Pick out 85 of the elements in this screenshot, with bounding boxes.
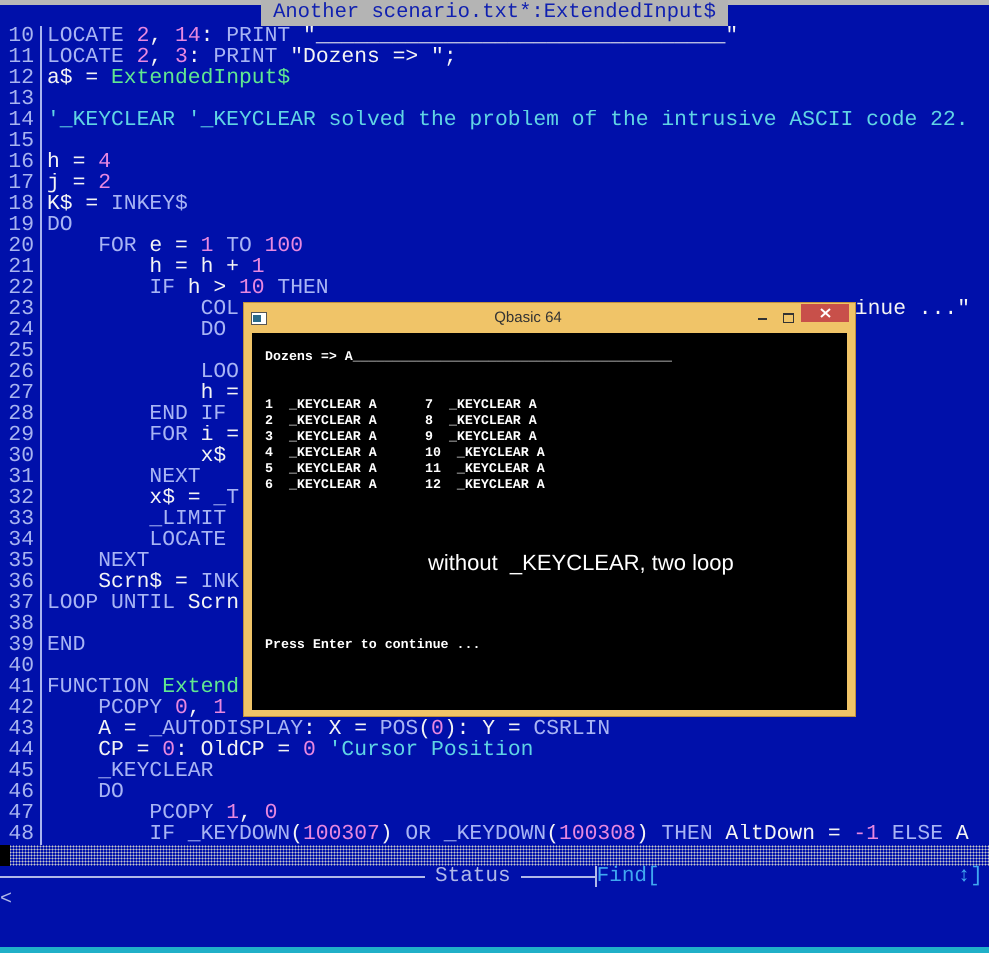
console-line: 6 _KEYCLEAR A	[265, 477, 378, 493]
line-number: 40	[0, 656, 42, 677]
status-message: <	[0, 888, 12, 911]
line-number: 33	[0, 509, 42, 530]
line-number: 14	[0, 110, 42, 131]
console-line: 1 _KEYCLEAR A	[265, 397, 378, 413]
line-number: 35	[0, 551, 42, 572]
line-number: 10	[0, 26, 42, 47]
console-line: 10 _KEYCLEAR A	[425, 445, 546, 461]
line-number: 17	[0, 173, 42, 194]
line-number: 21	[0, 257, 42, 278]
code-line: LOO	[200, 362, 239, 383]
line-number: 31	[0, 467, 42, 488]
line-number: 23	[0, 299, 42, 320]
caption-text: without _KEYCLEAR, two loop	[428, 550, 734, 576]
code-line: DO	[97, 782, 124, 803]
code-line: K$ = INKEY$	[47, 194, 188, 215]
console-line: 2 _KEYCLEAR A	[265, 413, 378, 429]
line-number: 18	[0, 194, 42, 215]
code-line: DO	[200, 320, 226, 341]
line-number: 37	[0, 593, 42, 614]
line-number: 22	[0, 278, 42, 299]
line-number: 12	[0, 68, 42, 89]
console-line: Press Enter to continue ...	[265, 637, 480, 653]
code-line: END	[47, 635, 86, 656]
code-line: END IF	[148, 404, 226, 425]
maximize-icon	[782, 313, 794, 323]
line-number: 47	[0, 803, 42, 824]
minimize-icon	[758, 316, 766, 320]
editor-title: Another scenario.txt*:ExtendedInput$	[261, 0, 728, 26]
line-number: 15	[0, 131, 42, 152]
find-field[interactable]: Find[ ↕]	[594, 866, 989, 887]
code-line: LOOP UNTIL Scrn	[47, 593, 239, 614]
line-number: 26	[0, 362, 42, 383]
code-line: PCOPY 1, 0	[148, 803, 278, 824]
code-line: _LIMIT	[148, 509, 226, 530]
line-number: 24	[0, 320, 42, 341]
line-number: 11	[0, 47, 42, 68]
console-line: 3 _KEYCLEAR A	[265, 429, 378, 445]
line-number: 41	[0, 677, 42, 698]
code-line: Scrn$ = INK	[97, 572, 239, 593]
app-icon	[251, 312, 267, 324]
line-number: 25	[0, 341, 42, 362]
console-line: 7 _KEYCLEAR A	[425, 397, 538, 413]
horizontal-scrollbar[interactable]	[0, 845, 989, 866]
line-number: 38	[0, 614, 42, 635]
console-line: 11 _KEYCLEAR A	[425, 461, 546, 477]
code-line: x$	[200, 446, 226, 467]
scroll-thumb[interactable]	[0, 845, 10, 866]
console-line: 8 _KEYCLEAR A	[425, 413, 538, 429]
code-line: LOCATE	[149, 530, 226, 551]
code-line: DO	[47, 215, 73, 236]
console-line: 9 _KEYCLEAR A	[425, 429, 538, 445]
console-line: 5 _KEYCLEAR A	[265, 461, 378, 477]
line-number: 19	[0, 215, 42, 236]
line-number: 20	[0, 236, 42, 257]
line-number: 32	[0, 488, 42, 509]
code-line: PCOPY 0, 1	[97, 698, 226, 719]
window-title: Qbasic 64	[493, 308, 563, 328]
code-line: FOR e = 1 TO 100	[97, 236, 304, 257]
close-button[interactable]	[801, 304, 849, 322]
line-number: 46	[0, 782, 42, 803]
line-number: 39	[0, 635, 42, 656]
line-number: 36	[0, 572, 42, 593]
line-number: 29	[0, 425, 42, 446]
code-line: NEXT	[97, 551, 150, 572]
prompt-text: Dozens => A________________________________________	[265, 349, 673, 365]
line-number: 42	[0, 698, 42, 719]
code-line: _KEYCLEAR	[97, 761, 214, 782]
code-line: NEXT	[148, 467, 201, 488]
line-number: 28	[0, 404, 42, 425]
line-number: 16	[0, 152, 42, 173]
code-line: COL	[200, 299, 239, 320]
status-label: Status	[434, 866, 512, 887]
line-number: 44	[0, 740, 42, 761]
line-number: 45	[0, 761, 42, 782]
console-line: 4 _KEYCLEAR A	[265, 445, 378, 461]
line-number: 30	[0, 446, 42, 467]
line-number: 27	[0, 383, 42, 404]
line-number: 34	[0, 530, 42, 551]
line-number: 43	[0, 719, 42, 740]
code-line: x$ = _T	[148, 488, 239, 509]
close-icon	[820, 308, 830, 318]
line-number: 13	[0, 89, 42, 110]
console-line: 12 _KEYCLEAR A	[425, 477, 546, 493]
